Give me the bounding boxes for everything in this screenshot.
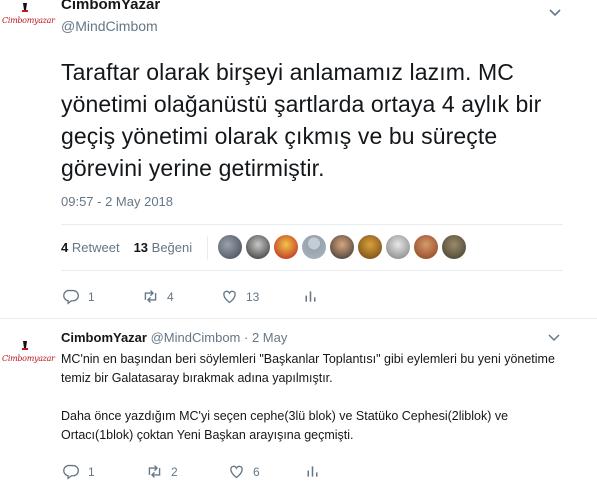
tweet-text: Taraftar olarak birşeyi anlamamız lazım.… bbox=[61, 59, 542, 181]
analytics-button[interactable] bbox=[304, 463, 321, 480]
retweet-button[interactable]: 4 bbox=[142, 288, 174, 305]
heart-icon bbox=[223, 290, 236, 304]
reply-paragraph: MC'nin en başından beri söylemleri "Başk… bbox=[61, 352, 555, 385]
logo-cap-icon bbox=[22, 341, 28, 350]
liker-avatar[interactable] bbox=[302, 235, 326, 259]
author-name[interactable]: CimbomYazar bbox=[61, 0, 160, 13]
liker-avatar[interactable] bbox=[274, 235, 298, 259]
logo-text: Cimbomyazar bbox=[2, 354, 55, 363]
analytics-icon bbox=[305, 291, 316, 302]
retweet-label: Retweet bbox=[71, 240, 120, 255]
like-button[interactable]: 6 bbox=[228, 463, 260, 480]
reply-button[interactable]: 1 bbox=[63, 463, 95, 480]
liker-avatar[interactable] bbox=[218, 235, 242, 259]
avatar[interactable]: Cimbomyazar bbox=[2, 340, 55, 376]
retweet-count: 4 bbox=[61, 240, 69, 255]
like-button[interactable]: 13 bbox=[221, 288, 259, 305]
analytics-icon bbox=[307, 466, 318, 477]
like-count: 13 bbox=[133, 240, 149, 255]
liker-avatar[interactable] bbox=[330, 235, 354, 259]
analytics-button[interactable] bbox=[302, 288, 319, 305]
likers-avatars bbox=[218, 235, 466, 259]
reply-paragraph: Daha önce yazdığım MC'yi seçen cephe(3lü… bbox=[61, 409, 509, 442]
retweet-icon bbox=[144, 290, 157, 303]
liker-avatar[interactable] bbox=[246, 235, 270, 259]
liker-avatar[interactable] bbox=[442, 235, 466, 259]
liker-avatar[interactable] bbox=[358, 235, 382, 259]
author-handle[interactable]: @MindCimbom bbox=[151, 330, 241, 345]
reply-header: CimbomYazar @MindCimbom · 2 May bbox=[61, 330, 287, 345]
retweet-action-count: 4 bbox=[167, 289, 174, 304]
chevron-down-icon[interactable] bbox=[548, 8, 562, 18]
like-action-count: 6 bbox=[253, 464, 260, 479]
retweet-stat[interactable]: 4 Retweet bbox=[61, 240, 120, 255]
liker-avatar[interactable] bbox=[414, 235, 438, 259]
reply-date[interactable]: · 2 May bbox=[244, 330, 287, 345]
chevron-down-icon[interactable] bbox=[548, 334, 560, 342]
retweet-action-count: 2 bbox=[171, 464, 178, 479]
reply-icon bbox=[63, 289, 79, 305]
retweet-icon bbox=[148, 465, 161, 478]
reply-button[interactable]: 1 bbox=[63, 288, 95, 305]
divider bbox=[61, 224, 563, 225]
author-name[interactable]: CimbomYazar bbox=[61, 330, 147, 345]
tweet-timestamp[interactable]: 09:57 - 2 May 2018 bbox=[61, 194, 173, 209]
reply-text: MC'nin en başından beri söylemleri "Başk… bbox=[61, 350, 571, 464]
reply-count: 1 bbox=[88, 289, 95, 304]
heart-icon bbox=[230, 465, 243, 479]
like-stat[interactable]: 13 Beğeni bbox=[134, 240, 193, 255]
like-action-count: 13 bbox=[246, 289, 260, 304]
avatar[interactable]: Cimbomyazar bbox=[2, 2, 55, 38]
logo-text: Cimbomyazar bbox=[2, 16, 55, 25]
author-handle[interactable]: @MindCimbom bbox=[61, 18, 158, 34]
liker-avatar[interactable] bbox=[386, 235, 410, 259]
reply-icon bbox=[63, 464, 79, 480]
divider bbox=[207, 236, 208, 260]
reply-count: 1 bbox=[88, 464, 95, 479]
logo-cap-icon bbox=[22, 3, 28, 12]
retweet-button[interactable]: 2 bbox=[146, 463, 178, 480]
like-label: Beğeni bbox=[151, 240, 193, 255]
divider bbox=[0, 318, 597, 319]
tweet-stats: 4 Retweet 13 Beğeni bbox=[61, 240, 192, 255]
divider bbox=[61, 270, 563, 271]
